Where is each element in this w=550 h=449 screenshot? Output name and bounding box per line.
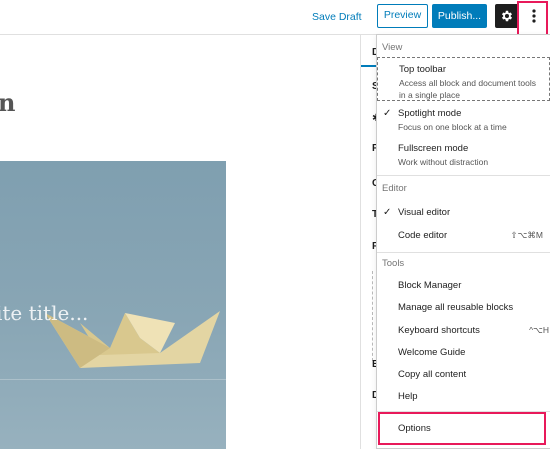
- menu-divider: [377, 175, 550, 176]
- menu-item-label: Top toolbar: [399, 64, 447, 75]
- menu-item-label: Code editor: [398, 230, 448, 241]
- menu-item-block-manager[interactable]: Block Manager: [377, 278, 550, 296]
- menu-item-top-toolbar[interactable]: Top toolbar Access all block and documen…: [377, 57, 550, 101]
- checkmark-icon: ✓: [383, 108, 392, 119]
- editor-header: Save Draft Preview Publish...: [0, 0, 550, 35]
- cover-title-placeholder[interactable]: ite title...: [0, 301, 88, 325]
- gear-icon: [501, 10, 513, 22]
- highlight-more-options: [517, 1, 548, 36]
- menu-item-copy-all-content[interactable]: Copy all content: [377, 367, 550, 385]
- checkmark-icon: ✓: [383, 207, 392, 218]
- menu-item-fullscreen-mode[interactable]: Fullscreen mode Work without distraction: [377, 140, 550, 172]
- highlight-options: [378, 412, 546, 445]
- menu-item-manage-reusable-blocks[interactable]: Manage all reusable blocks: [377, 300, 550, 318]
- more-options-menu: View Top toolbar Access all block and do…: [376, 34, 550, 449]
- publish-button[interactable]: Publish...: [432, 4, 487, 28]
- menu-item-keyboard-shortcuts[interactable]: Keyboard shortcuts ^⌥H: [377, 323, 550, 341]
- preview-button[interactable]: Preview: [377, 4, 428, 28]
- menu-item-visual-editor[interactable]: ✓ Visual editor: [377, 205, 550, 223]
- menu-item-label: Fullscreen mode: [398, 143, 469, 154]
- menu-section-view: View: [382, 42, 403, 53]
- menu-item-label: Keyboard shortcuts: [398, 325, 480, 336]
- menu-item-label: Manage all reusable blocks: [398, 302, 514, 313]
- menu-divider: [377, 252, 550, 253]
- menu-item-label: Visual editor: [398, 207, 451, 218]
- menu-item-description: Work without distraction: [398, 157, 489, 167]
- cover-block[interactable]: ite title...: [0, 161, 226, 449]
- save-draft-button[interactable]: Save Draft: [312, 9, 362, 25]
- menu-item-label: Copy all content: [398, 369, 467, 380]
- keyboard-shortcut: ⇧⌥⌘M: [510, 230, 544, 240]
- menu-item-label: Help: [398, 391, 418, 402]
- menu-item-label: Welcome Guide: [398, 347, 466, 358]
- menu-item-welcome-guide[interactable]: Welcome Guide: [377, 345, 550, 363]
- keyboard-shortcut: ^⌥H: [529, 325, 549, 335]
- menu-item-label: Block Manager: [398, 280, 462, 291]
- menu-item-description: Focus on one block at a time: [398, 122, 507, 132]
- settings-button[interactable]: [495, 4, 519, 28]
- menu-item-spotlight-mode[interactable]: ✓ Spotlight mode Focus on one block at a…: [377, 105, 550, 137]
- menu-item-description: Access all block and document tools in a…: [399, 78, 537, 100]
- menu-item-label: Spotlight mode: [398, 108, 462, 119]
- menu-item-help[interactable]: Help: [377, 389, 550, 407]
- post-title-fragment[interactable]: n: [0, 88, 15, 117]
- menu-section-editor: Editor: [382, 183, 407, 194]
- menu-item-code-editor[interactable]: Code editor ⇧⌥⌘M: [377, 228, 550, 246]
- water-line: [0, 379, 226, 380]
- menu-section-tools: Tools: [382, 258, 405, 269]
